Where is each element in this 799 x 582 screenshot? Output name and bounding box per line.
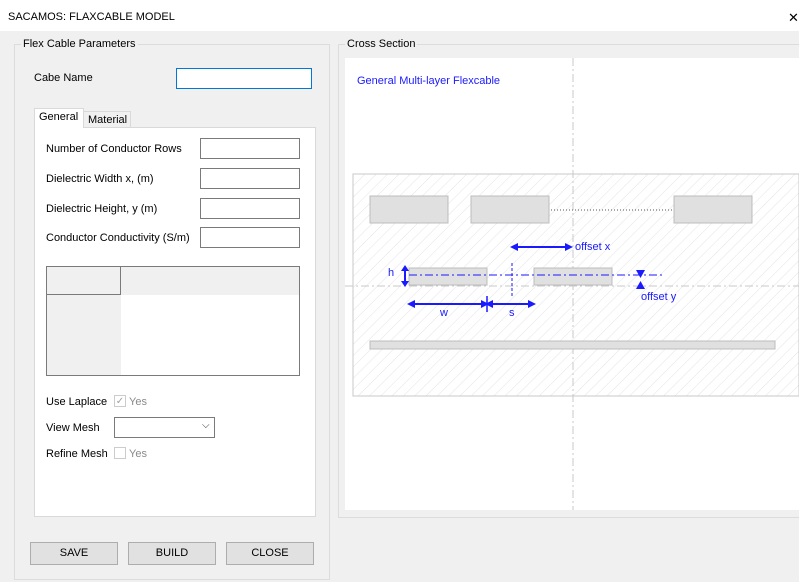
top-conductor-1: [369, 195, 449, 224]
conductor-conductivity-label: Conductor Conductivity (S/m): [46, 232, 190, 244]
h-label: h: [388, 267, 394, 279]
window-title: SACAMOS: FLAXCABLE MODEL: [8, 11, 175, 23]
build-button[interactable]: BUILD: [128, 542, 216, 565]
cross-section-diagram: General Multi-layer Flexcable offset x o…: [345, 58, 799, 510]
close-icon[interactable]: ✕: [788, 10, 799, 26]
refine-mesh-checkbox[interactable]: [114, 447, 126, 459]
ground-plane: [369, 340, 776, 350]
conductor-rows-input[interactable]: [200, 138, 300, 159]
use-laplace-check-label: Yes: [129, 396, 147, 408]
offset-y-label: offset y: [641, 291, 677, 303]
conductor-rows-label: Number of Conductor Rows: [46, 143, 182, 155]
layer-grid[interactable]: [46, 266, 300, 376]
cable-name-label: Cabe Name: [34, 72, 93, 84]
top-conductor-3: [673, 195, 753, 224]
tab-material[interactable]: Material: [83, 111, 131, 128]
cross-section-title: Cross Section: [345, 38, 418, 50]
chevron-down-icon: ⌵: [202, 420, 210, 431]
dielectric-height-input[interactable]: [200, 198, 300, 219]
flex-cable-parameters-title: Flex Cable Parameters: [21, 38, 138, 50]
view-mesh-label: View Mesh: [46, 422, 100, 434]
top-conductor-2: [470, 195, 550, 224]
dielectric-width-label: Dielectric Width x, (m): [46, 173, 154, 185]
refine-mesh-label: Refine Mesh: [46, 448, 108, 460]
middle-conductor-1: [408, 267, 488, 286]
middle-conductor-2: [533, 267, 613, 286]
use-laplace-checkbox[interactable]: ✓: [114, 395, 126, 407]
cable-name-input[interactable]: [176, 68, 312, 89]
dielectric-height-label: Dielectric Height, y (m): [46, 203, 158, 215]
conductor-conductivity-input[interactable]: [200, 227, 300, 248]
tab-general[interactable]: General: [34, 108, 84, 128]
offset-x-label: offset x: [575, 241, 611, 253]
diagram-caption: General Multi-layer Flexcable: [357, 75, 500, 87]
grid-corner-cell[interactable]: [47, 267, 121, 295]
s-label: s: [509, 307, 515, 319]
save-button[interactable]: SAVE: [30, 542, 118, 565]
w-label: w: [439, 307, 448, 319]
close-button[interactable]: CLOSE: [226, 542, 314, 565]
view-mesh-select[interactable]: ⌵: [114, 417, 215, 438]
use-laplace-label: Use Laplace: [46, 396, 108, 408]
refine-mesh-check-label: Yes: [129, 448, 147, 460]
dielectric-width-input[interactable]: [200, 168, 300, 189]
